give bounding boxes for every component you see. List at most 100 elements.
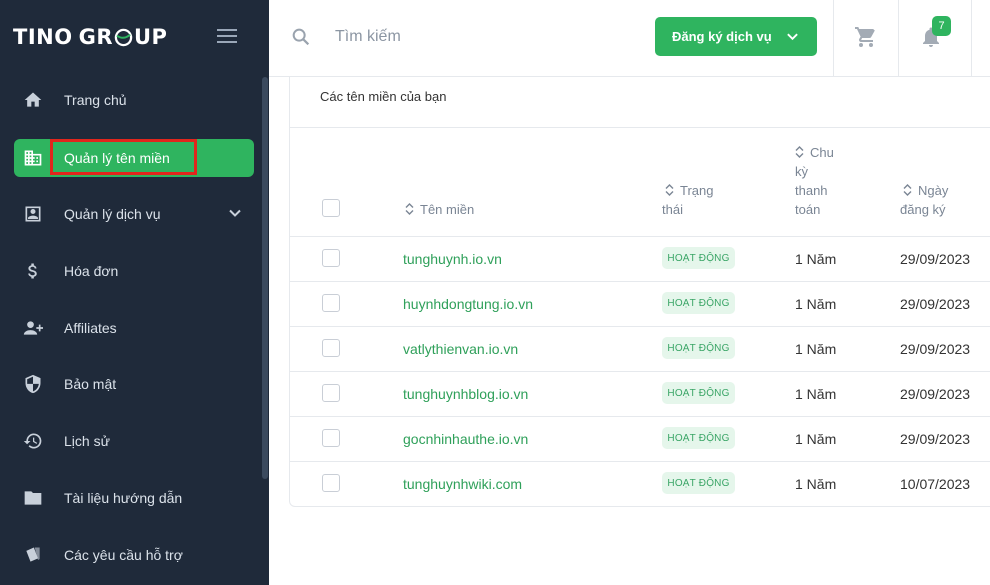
divider bbox=[290, 461, 990, 462]
billing-cycle-cell: 1 Năm bbox=[795, 341, 837, 357]
sidebar-item-support[interactable]: Các yêu cầu hỗ trợ bbox=[14, 536, 254, 574]
registration-date-cell: 29/09/2023 bbox=[900, 296, 971, 312]
divider bbox=[290, 371, 990, 372]
sort-icon bbox=[405, 203, 414, 215]
domain-link[interactable]: tunghuynh.io.vn bbox=[403, 251, 502, 267]
logo-text-r: R bbox=[96, 25, 113, 49]
divider bbox=[290, 326, 990, 327]
cart-icon[interactable] bbox=[854, 25, 878, 49]
tino-group-logo[interactable]: TINO G R UP bbox=[13, 24, 167, 50]
column-header-label: đăng ký bbox=[900, 202, 946, 217]
registration-date-cell: 10/07/2023 bbox=[900, 476, 971, 492]
globe-icon bbox=[114, 28, 133, 46]
sidebar-item-services[interactable]: Quản lý dịch vụ bbox=[14, 195, 254, 233]
register-service-button[interactable]: Đăng ký dịch vụ bbox=[655, 17, 817, 56]
sidebar-item-home[interactable]: Trang chủ bbox=[14, 81, 254, 119]
shield-icon bbox=[22, 373, 44, 395]
row-checkbox[interactable] bbox=[322, 474, 340, 492]
domain-link[interactable]: tunghuynhwiki.com bbox=[403, 476, 522, 492]
sidebar-item-label: Bảo mật bbox=[64, 376, 117, 392]
topbar-divider bbox=[971, 0, 972, 77]
chevron-down-icon[interactable] bbox=[228, 206, 242, 220]
sidebar-item-label: Các yêu cầu hỗ trợ bbox=[64, 547, 183, 563]
status-badge: HOẠT ĐỘNG bbox=[662, 382, 735, 404]
logo-text-tino: TINO bbox=[13, 25, 73, 49]
notification-count-badge: 7 bbox=[932, 16, 951, 36]
row-checkbox[interactable] bbox=[322, 429, 340, 447]
menu-toggle-icon[interactable] bbox=[217, 29, 237, 45]
logo-text-g: G bbox=[78, 25, 97, 49]
dollar-icon bbox=[22, 260, 44, 282]
chevron-down-icon bbox=[787, 33, 798, 41]
status-badge: HOẠT ĐỘNG bbox=[662, 337, 735, 359]
status-badge: HOẠT ĐỘNG bbox=[662, 247, 735, 269]
sidebar-item-label: Lịch sử bbox=[64, 433, 110, 449]
column-header-domain[interactable]: Tên miền bbox=[405, 200, 474, 219]
sort-icon bbox=[795, 146, 804, 158]
sidebar-item-history[interactable]: Lịch sử bbox=[14, 422, 254, 460]
topbar-divider bbox=[898, 0, 899, 77]
registration-date-cell: 29/09/2023 bbox=[900, 341, 971, 357]
column-header-label: thái bbox=[662, 202, 683, 217]
registration-date-cell: 29/09/2023 bbox=[900, 386, 971, 402]
highlight-annotation-box bbox=[50, 139, 197, 175]
column-header-status[interactable]: Trạng thái bbox=[662, 181, 713, 219]
search-input[interactable] bbox=[335, 24, 595, 50]
sidebar-item-affiliates[interactable]: Affiliates bbox=[14, 309, 254, 347]
row-checkbox[interactable] bbox=[322, 384, 340, 402]
row-checkbox[interactable] bbox=[322, 339, 340, 357]
column-header-label: thanh bbox=[795, 183, 828, 198]
card-title: Các tên miền của bạn bbox=[320, 89, 447, 104]
row-checkbox[interactable] bbox=[322, 249, 340, 267]
id-card-icon bbox=[22, 203, 44, 225]
column-header-billing-cycle[interactable]: Chu kỳ thanh toán bbox=[795, 143, 834, 219]
domain-link[interactable]: vatlythienvan.io.vn bbox=[403, 341, 518, 357]
logo-text-up: UP bbox=[134, 25, 168, 49]
sidebar-item-security[interactable]: Bảo mật bbox=[14, 365, 254, 403]
column-header-label: Ngày bbox=[918, 183, 949, 198]
sidebar-item-invoices[interactable]: Hóa đơn bbox=[14, 252, 254, 290]
status-badge: HOẠT ĐỘNG bbox=[662, 292, 735, 314]
sidebar-item-docs[interactable]: Tài liệu hướng dẫn bbox=[14, 479, 254, 517]
sidebar-item-label: Trang chủ bbox=[64, 92, 127, 108]
status-badge: HOẠT ĐỘNG bbox=[662, 472, 735, 494]
domain-link[interactable]: gocnhinhauthe.io.vn bbox=[403, 431, 528, 447]
sort-icon bbox=[903, 184, 912, 196]
divider bbox=[290, 127, 990, 128]
sidebar-item-label: Quản lý dịch vụ bbox=[64, 206, 161, 222]
sidebar: TINO G R UP Trang chủ Quản lý tên miền Q… bbox=[0, 0, 269, 585]
column-header-label: Tên miền bbox=[420, 202, 475, 217]
domain-link[interactable]: tunghuynhblog.io.vn bbox=[403, 386, 528, 402]
tickets-icon bbox=[22, 544, 44, 566]
building-icon bbox=[22, 147, 44, 169]
folder-icon bbox=[22, 487, 44, 509]
column-header-label: kỳ bbox=[795, 164, 808, 179]
user-plus-icon bbox=[22, 317, 44, 339]
registration-date-cell: 29/09/2023 bbox=[900, 431, 971, 447]
billing-cycle-cell: 1 Năm bbox=[795, 386, 837, 402]
domains-card bbox=[289, 77, 990, 507]
search-icon[interactable] bbox=[290, 26, 312, 48]
column-header-label: toán bbox=[795, 202, 821, 217]
select-all-checkbox[interactable] bbox=[322, 199, 340, 217]
billing-cycle-cell: 1 Năm bbox=[795, 476, 837, 492]
topbar-divider bbox=[833, 0, 834, 77]
column-header-label: Chu bbox=[810, 145, 834, 160]
sort-icon bbox=[665, 184, 674, 196]
sidebar-item-label: Affiliates bbox=[64, 320, 117, 336]
divider bbox=[290, 416, 990, 417]
billing-cycle-cell: 1 Năm bbox=[795, 296, 837, 312]
column-header-label: Trạng bbox=[680, 183, 714, 198]
sidebar-scrollbar[interactable] bbox=[262, 77, 268, 479]
billing-cycle-cell: 1 Năm bbox=[795, 251, 837, 267]
domain-link[interactable]: huynhdongtung.io.vn bbox=[403, 296, 533, 312]
row-checkbox[interactable] bbox=[322, 294, 340, 312]
home-icon bbox=[22, 89, 44, 111]
column-header-registration-date[interactable]: Ngày đăng ký bbox=[900, 181, 948, 219]
sidebar-item-label: Tài liệu hướng dẫn bbox=[64, 490, 183, 506]
sidebar-item-label: Hóa đơn bbox=[64, 263, 119, 279]
status-badge: HOẠT ĐỘNG bbox=[662, 427, 735, 449]
divider bbox=[290, 281, 990, 282]
billing-cycle-cell: 1 Năm bbox=[795, 431, 837, 447]
register-service-label: Đăng ký dịch vụ bbox=[672, 29, 772, 44]
